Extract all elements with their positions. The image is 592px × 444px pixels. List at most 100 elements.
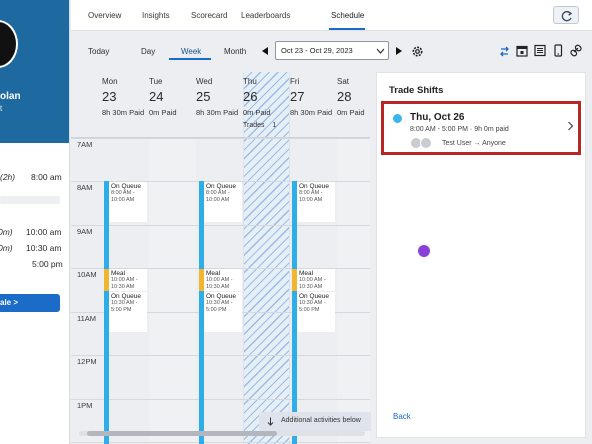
- active-tab-indicator: [329, 28, 365, 30]
- hour-line: [71, 442, 370, 443]
- additional-activities-button[interactable]: Additional activities below: [259, 412, 371, 431]
- day-paid: 8h 30m Paid: [196, 108, 239, 117]
- trades-count: 1: [272, 122, 277, 129]
- scrollbar-thumb[interactable]: [87, 431, 277, 436]
- mobile-icon[interactable]: [553, 44, 563, 57]
- week-calendar: Mon 23 8h 30m Paid Tue 24 0m Paid Wed 25…: [71, 72, 370, 444]
- day-header-wed[interactable]: Wed 25 8h 30m Paid: [196, 77, 243, 117]
- main-area: Overview Insights Scorecard Leaderboards…: [71, 0, 592, 444]
- profile-role: t: [0, 104, 3, 113]
- event-time: 10:00 AM: [299, 197, 323, 203]
- profile-name: olan: [0, 91, 21, 102]
- event-time: 10:30 AM -: [299, 300, 326, 306]
- active-view-indicator: [169, 58, 211, 60]
- trades-count-label[interactable]: Trades 1: [243, 122, 276, 129]
- hour-label-7am: 7AM: [77, 140, 93, 149]
- list-icon[interactable]: [534, 44, 546, 57]
- row2-duration: 0m): [0, 227, 13, 237]
- chevron-right-icon[interactable]: [395, 46, 403, 56]
- user-avatar-icon: [420, 137, 432, 149]
- day-number: 26: [243, 89, 258, 104]
- swap-icon[interactable]: [498, 44, 511, 58]
- chevron-right-icon: [568, 121, 574, 131]
- trade-shift-card[interactable]: Thu, Oct 26 8:00 AM - 5:00 PM · 9h 0m pa…: [381, 101, 581, 155]
- event-time: 10:00 AM -: [299, 277, 326, 283]
- additional-activities-label: Additional activities below: [281, 417, 361, 424]
- day-number: 24: [149, 89, 164, 104]
- trade-shifts-title: Trade Shifts: [389, 85, 444, 96]
- today-button[interactable]: Today: [88, 47, 109, 56]
- calendar-icon[interactable]: [516, 44, 528, 57]
- event-time: 8:00 AM -: [111, 190, 135, 196]
- chevron-down-icon: [376, 48, 385, 54]
- trade-time: 8:00 AM - 5:00 PM · 9h 0m paid: [410, 126, 509, 133]
- row1-time: 8:00 am: [31, 172, 62, 182]
- hour-label-10am: 10AM: [77, 270, 97, 279]
- refresh-button[interactable]: [553, 6, 579, 24]
- trade-to-user: Anyone: [482, 140, 506, 147]
- hour-line: [71, 138, 370, 139]
- day-name: Thu: [243, 77, 257, 86]
- link-icon[interactable]: [570, 44, 582, 57]
- day-header-tue[interactable]: Tue 24 0m Paid: [149, 77, 196, 117]
- event-on-queue[interactable]: On Queue 10:30 AM - 5:00 PM: [109, 292, 147, 332]
- day-name: Fri: [290, 77, 300, 86]
- trade-date: Thu, Oct 26: [410, 112, 465, 123]
- event-title: On Queue: [111, 183, 141, 190]
- day-name: Wed: [196, 77, 213, 86]
- date-range-value: Oct 23 - Oct 29, 2023: [281, 46, 353, 55]
- hour-label-11am: 11AM: [77, 314, 97, 323]
- time-grid: 7AM 8AM 9AM 10AM 11AM 12PM 1PM On Queue …: [71, 138, 370, 444]
- event-on-queue[interactable]: On Queue 8:00 AM - 10:00 AM: [204, 182, 242, 222]
- hour-line: [71, 399, 370, 400]
- refresh-icon: [561, 11, 573, 22]
- event-title: On Queue: [111, 293, 141, 300]
- event-meal[interactable]: Meal 10:00 AM - 10:30 AM: [297, 269, 335, 291]
- tab-schedule[interactable]: Schedule: [331, 11, 364, 20]
- event-title: On Queue: [206, 293, 236, 300]
- day-header-thu[interactable]: Thu 26 0m Paid: [243, 77, 290, 117]
- gear-icon[interactable]: [411, 45, 424, 58]
- event-on-queue[interactable]: On Queue 10:30 AM - 5:00 PM: [297, 292, 335, 332]
- event-time: 10:30 AM: [206, 284, 230, 290]
- event-time: 10:30 AM: [111, 284, 135, 290]
- day-header-fri[interactable]: Fri 27 8h 30m Paid: [290, 77, 337, 117]
- view-month-button[interactable]: Month: [224, 47, 246, 56]
- hour-label-1pm: 1PM: [77, 401, 93, 410]
- back-link[interactable]: Back: [393, 412, 411, 421]
- view-day-button[interactable]: Day: [141, 47, 155, 56]
- view-schedule-button[interactable]: ale >: [0, 294, 60, 312]
- event-on-queue[interactable]: On Queue 8:00 AM - 10:00 AM: [109, 182, 147, 222]
- day-number: 23: [102, 89, 117, 104]
- event-time: 10:30 AM -: [111, 300, 138, 306]
- tab-leaderboards[interactable]: Leaderboards: [241, 11, 290, 20]
- event-title: On Queue: [206, 183, 236, 190]
- event-title: Meal: [206, 270, 221, 277]
- tab-overview[interactable]: Overview: [88, 11, 121, 20]
- avatar: C: [0, 20, 18, 68]
- event-time: 5:00 PM: [206, 307, 227, 313]
- event-on-queue[interactable]: On Queue 10:30 AM - 5:00 PM: [204, 292, 242, 332]
- day-paid: 0m Paid: [243, 108, 271, 117]
- event-title: On Queue: [299, 293, 329, 300]
- row3-duration: 0m): [0, 243, 13, 253]
- event-meal[interactable]: Meal 10:00 AM - 10:30 AM: [109, 269, 147, 291]
- row2-time: 10:00 am: [26, 227, 62, 237]
- hour-line: [71, 225, 370, 226]
- trade-from-user: Test User: [442, 140, 472, 147]
- event-time: 5:00 PM: [299, 307, 320, 313]
- view-week-button[interactable]: Week: [181, 47, 201, 56]
- event-meal[interactable]: Meal 10:00 AM - 10:30 AM: [204, 269, 242, 291]
- status-dot: [393, 114, 402, 123]
- tab-scorecard[interactable]: Scorecard: [191, 11, 227, 20]
- tab-insights[interactable]: Insights: [142, 11, 170, 20]
- day-paid: 8h 30m Paid: [290, 108, 333, 117]
- chevron-left-icon[interactable]: [261, 46, 269, 56]
- event-time: 10:00 AM -: [111, 277, 138, 283]
- day-header-mon[interactable]: Mon 23 8h 30m Paid: [102, 77, 149, 117]
- event-time: 8:00 AM -: [206, 190, 230, 196]
- event-title: On Queue: [299, 183, 329, 190]
- date-range-select[interactable]: Oct 23 - Oct 29, 2023: [275, 41, 389, 60]
- event-on-queue[interactable]: On Queue 8:00 AM - 10:00 AM: [297, 182, 335, 222]
- trade-shifts-panel: Trade Shifts Thu, Oct 26 8:00 AM - 5:00 …: [376, 72, 586, 438]
